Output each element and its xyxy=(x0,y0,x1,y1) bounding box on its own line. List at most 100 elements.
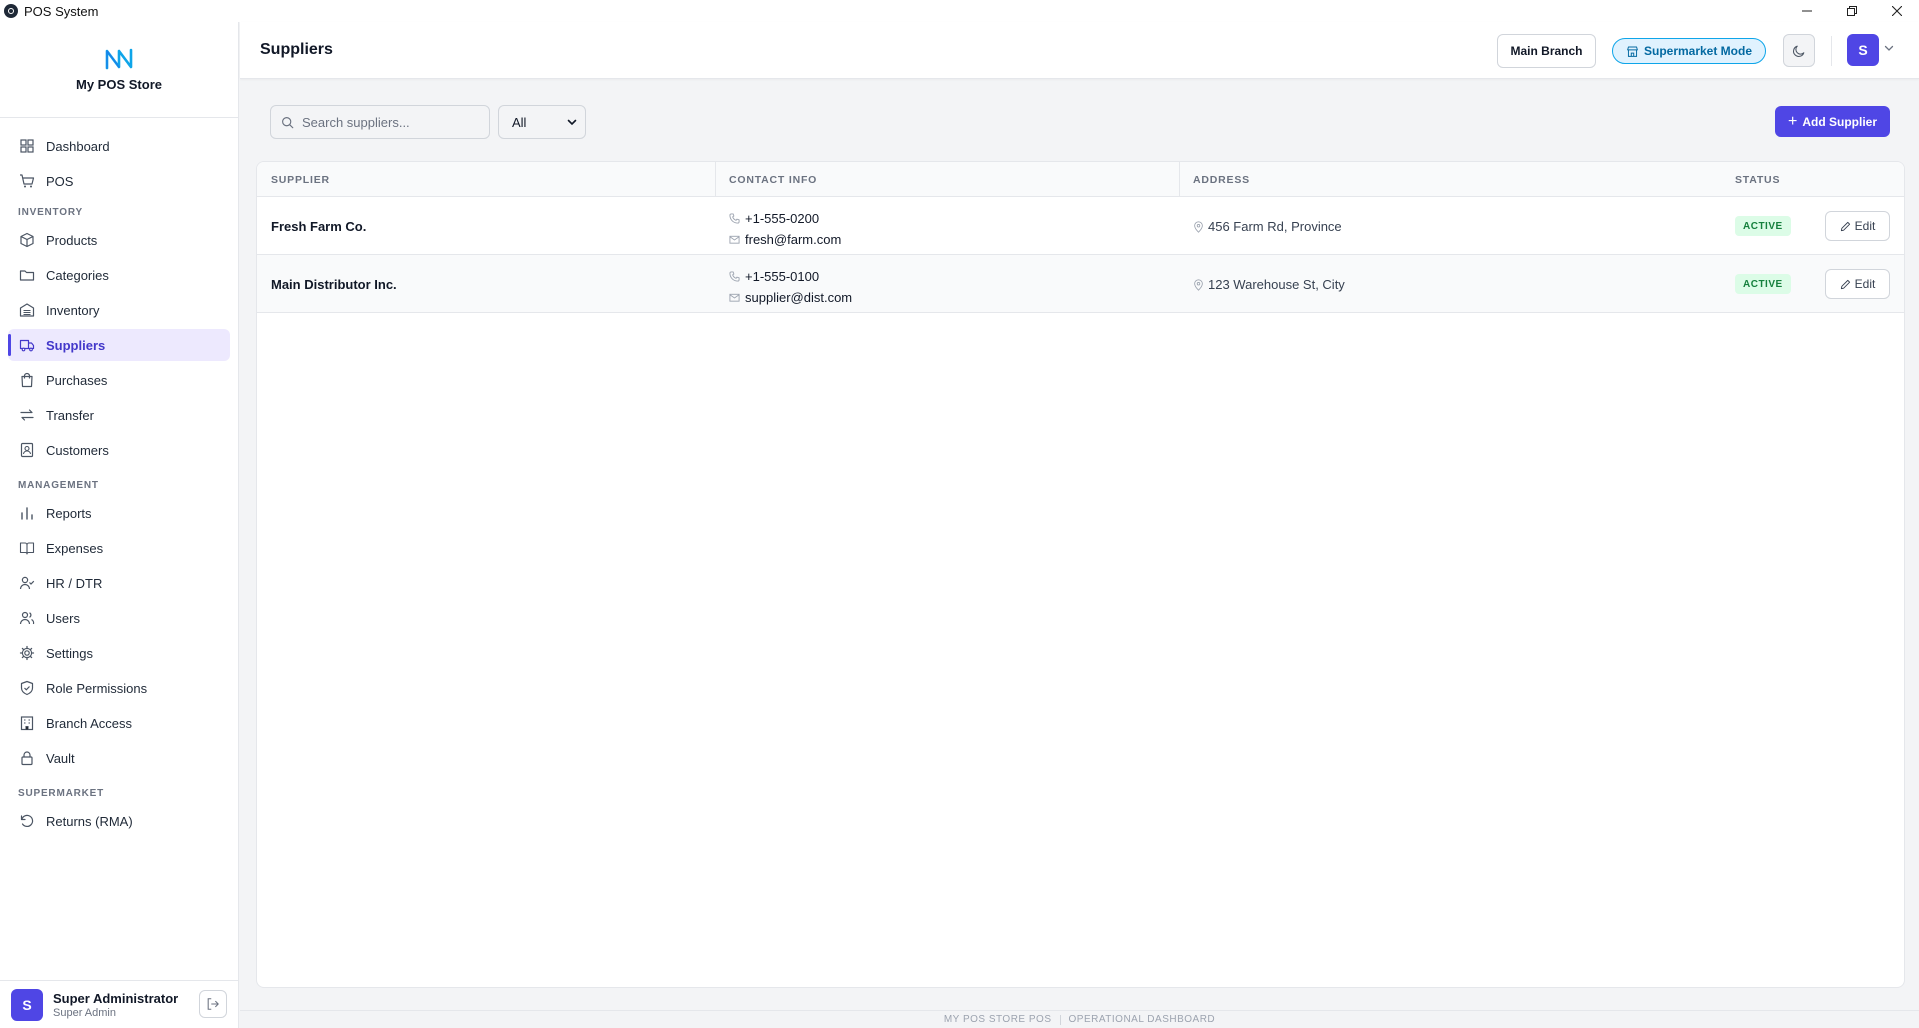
mode-label: Supermarket Mode xyxy=(1643,44,1753,58)
restore-icon xyxy=(1846,6,1857,16)
chevron-down-icon xyxy=(567,119,577,126)
add-supplier-button[interactable]: + Add Supplier xyxy=(1775,106,1890,137)
footer-divider xyxy=(1059,1014,1061,1025)
logout-button[interactable] xyxy=(199,990,227,1018)
restore-button[interactable] xyxy=(1829,0,1874,22)
nav-section-management: MANAGEMENT xyxy=(18,480,99,491)
branch-selector-button[interactable]: Main Branch xyxy=(1497,34,1596,68)
user-name: Super Administrator xyxy=(53,990,179,1006)
sidebar-item-label: POS xyxy=(46,173,74,189)
user-menu-avatar[interactable]: S xyxy=(1847,34,1879,66)
chevron-down-icon[interactable] xyxy=(1884,43,1894,53)
sidebar-item-pos[interactable]: POS xyxy=(8,165,230,197)
edit-label: Edit xyxy=(1854,277,1876,291)
phone-icon xyxy=(729,213,740,224)
supplier-phone: +1-555-0100 xyxy=(745,269,820,284)
sidebar-item-reports[interactable]: Reports xyxy=(8,497,230,529)
sidebar-item-dashboard[interactable]: Dashboard xyxy=(8,130,230,162)
theme-toggle-button[interactable] xyxy=(1783,34,1815,67)
supplier-address: 456 Farm Rd, Province xyxy=(1193,219,1342,234)
sidebar-item-returns-rma[interactable]: Returns (RMA) xyxy=(8,805,230,837)
pencil-icon xyxy=(1840,221,1850,231)
pencil-icon xyxy=(1840,279,1850,289)
column-header-supplier: SUPPLIER xyxy=(271,174,330,186)
sidebar-item-label: Inventory xyxy=(46,302,100,318)
sidebar-item-inventory[interactable]: Inventory xyxy=(8,294,230,326)
map-pin-icon xyxy=(1194,278,1203,291)
supplier-address: 123 Warehouse St, City xyxy=(1193,277,1345,292)
supplier-address-text: 456 Farm Rd, Province xyxy=(1208,219,1342,234)
truck-icon xyxy=(19,339,35,352)
window-controls xyxy=(1784,0,1919,22)
sidebar-item-settings[interactable]: Settings xyxy=(8,637,230,669)
sidebar-item-label: Purchases xyxy=(46,372,108,388)
sidebar-item-label: HR / DTR xyxy=(46,575,103,591)
sidebar-item-categories[interactable]: Categories xyxy=(8,259,230,291)
supermarket-mode-button[interactable]: Supermarket Mode xyxy=(1612,38,1766,64)
cart-icon xyxy=(20,174,35,188)
sidebar-item-customers[interactable]: Customers xyxy=(8,434,230,466)
page-title: Suppliers xyxy=(260,41,333,58)
sidebar-item-label: Branch Access xyxy=(46,715,132,731)
moon-icon xyxy=(1793,45,1805,57)
sidebar-item-label: Categories xyxy=(46,267,109,283)
sidebar-item-users[interactable]: Users xyxy=(8,602,230,634)
filter-selected-value: All xyxy=(512,114,527,130)
supplier-address-text: 123 Warehouse St, City xyxy=(1208,277,1345,292)
sidebar-item-branch-access[interactable]: Branch Access xyxy=(8,707,230,739)
logout-icon xyxy=(207,998,219,1010)
dashboard-icon xyxy=(20,139,34,153)
edit-button[interactable]: Edit xyxy=(1825,269,1890,299)
book-open-icon xyxy=(19,542,35,555)
sidebar-item-label: Role Permissions xyxy=(46,680,148,696)
user-info: Super Administrator Super Admin xyxy=(53,991,178,1019)
sidebar-item-label: Reports xyxy=(46,505,92,521)
table-header: SUPPLIER CONTACT INFO ADDRESS STATUS xyxy=(257,162,1904,197)
sidebar-item-hr-dtr[interactable]: HR / DTR xyxy=(8,567,230,599)
page-header: Suppliers Main Branch Supermarket Mode S xyxy=(240,22,1919,79)
status-badge: ACTIVE xyxy=(1735,274,1791,294)
search-input[interactable] xyxy=(302,114,472,130)
sidebar-item-vault[interactable]: Vault xyxy=(8,742,230,774)
supplier-phone: +1-555-0200 xyxy=(745,211,820,226)
close-button[interactable] xyxy=(1874,0,1919,22)
mail-icon xyxy=(729,293,740,302)
sidebar-item-suppliers[interactable]: Suppliers xyxy=(8,329,230,361)
building-icon xyxy=(20,716,34,731)
contact-info: +1-555-0200 fresh@farm.com xyxy=(729,208,841,250)
rotate-ccw-icon xyxy=(20,814,34,828)
sidebar-item-purchases[interactable]: Purchases xyxy=(8,364,230,396)
column-header-contact: CONTACT INFO xyxy=(729,174,818,186)
warehouse-icon xyxy=(19,303,35,317)
sidebar-item-transfer[interactable]: Transfer xyxy=(8,399,230,431)
user-role: Super Admin xyxy=(53,1006,116,1019)
sidebar-item-label: Customers xyxy=(46,442,109,458)
status-badge: ACTIVE xyxy=(1735,216,1791,236)
gear-icon xyxy=(19,645,35,661)
window-title: POS System xyxy=(24,3,99,19)
supplier-name: Main Distributor Inc. xyxy=(271,277,397,292)
status-filter-select[interactable]: All xyxy=(498,105,586,139)
sidebar-item-label: Expenses xyxy=(46,540,104,556)
sidebar-item-products[interactable]: Products xyxy=(8,224,230,256)
supplier-name: Fresh Farm Co. xyxy=(271,219,367,234)
edit-button[interactable]: Edit xyxy=(1825,211,1890,241)
supplier-email: supplier@dist.com xyxy=(745,290,853,305)
sidebar-item-label: Returns (RMA) xyxy=(46,813,133,829)
search-box xyxy=(270,105,490,139)
add-supplier-label: Add Supplier xyxy=(1802,114,1877,129)
app-icon xyxy=(4,4,18,18)
brand: My POS Store xyxy=(0,22,238,118)
suppliers-table: SUPPLIER CONTACT INFO ADDRESS STATUS Fre… xyxy=(256,161,1905,988)
sidebar-item-expenses[interactable]: Expenses xyxy=(8,532,230,564)
arrows-exchange-icon xyxy=(20,409,34,421)
minimize-button[interactable] xyxy=(1784,0,1829,22)
contact-book-icon xyxy=(20,442,34,458)
sidebar-item-label: Products xyxy=(46,232,98,248)
users-icon xyxy=(19,611,35,625)
shopping-bag-icon xyxy=(21,372,33,388)
sidebar-item-role-permissions[interactable]: Role Permissions xyxy=(8,672,230,704)
plus-icon: + xyxy=(1787,112,1798,130)
column-separator xyxy=(1179,162,1180,197)
supplier-email: fresh@farm.com xyxy=(745,232,842,247)
